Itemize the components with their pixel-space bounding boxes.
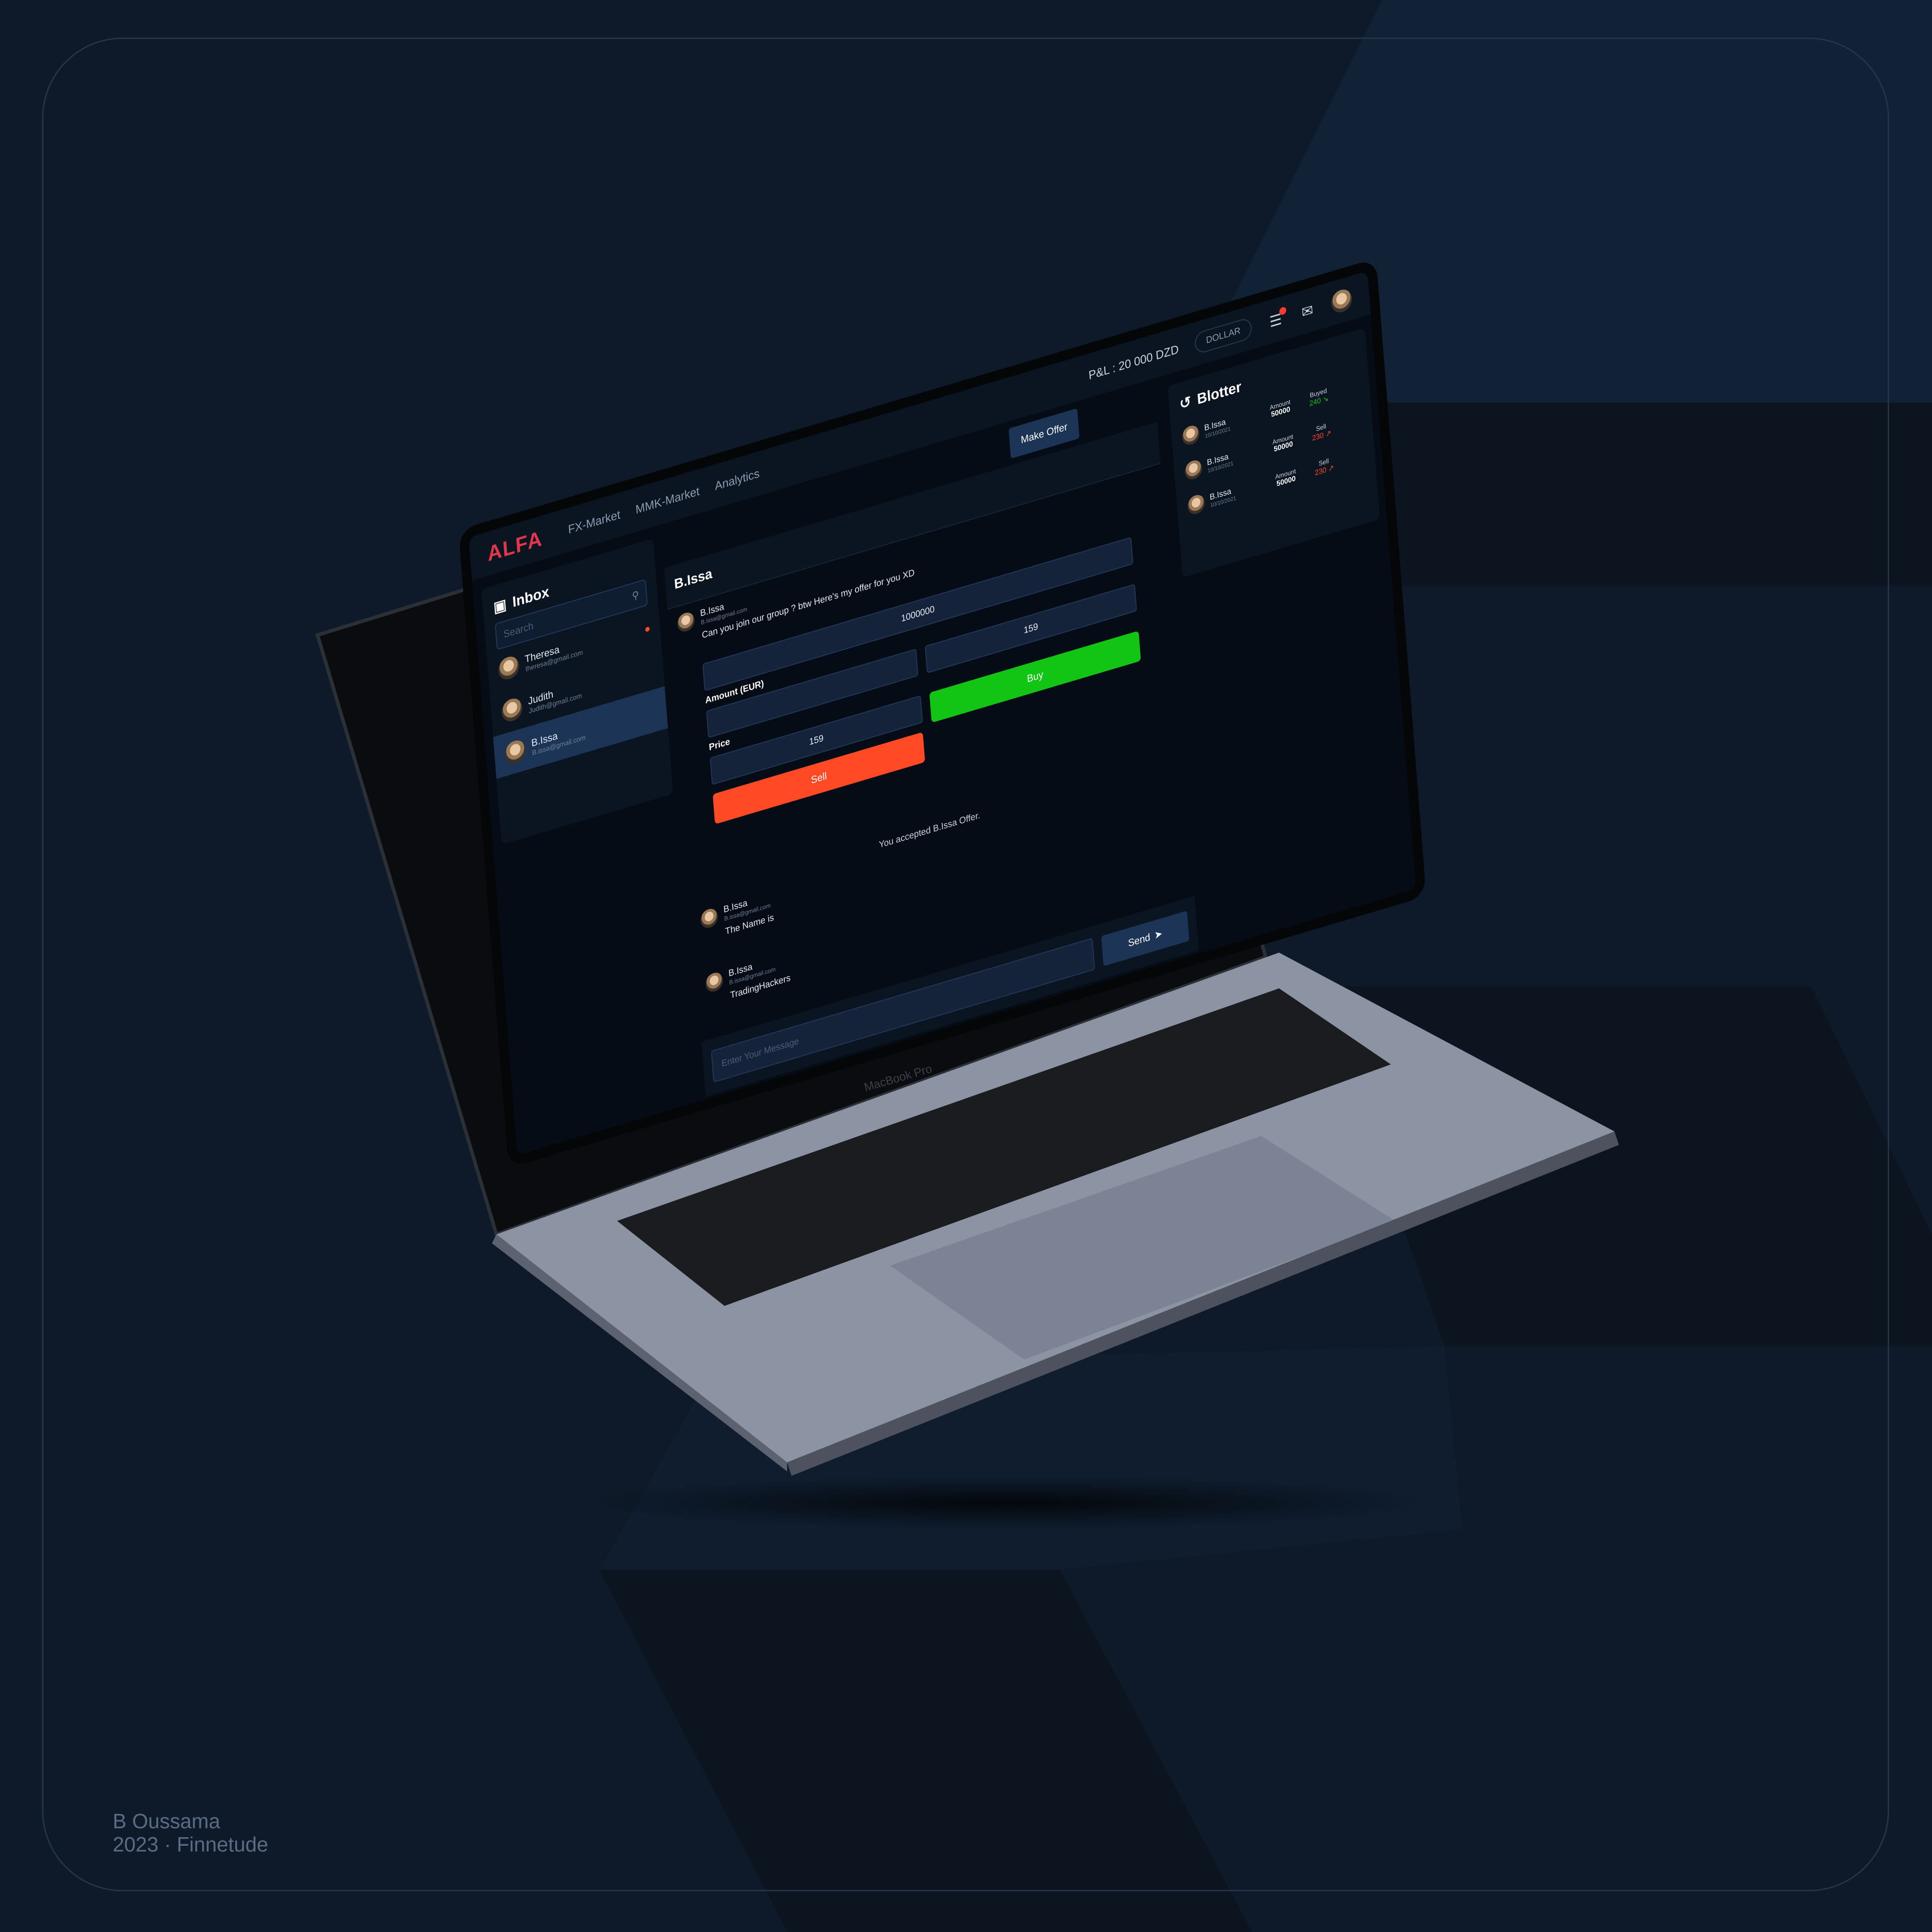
nav-analytics[interactable]: Analytics [714, 466, 760, 493]
pnl-display: P&L : 20 000 DZD [1088, 342, 1179, 382]
credits-author: B Oussama [113, 1809, 220, 1833]
currency-select[interactable]: DOLLAR [1194, 317, 1253, 355]
history-icon: ↺ [1179, 393, 1192, 413]
arrow-up-right-icon: ↗ [1328, 464, 1335, 474]
trader-avatar [1181, 424, 1200, 447]
trader-avatar [1184, 458, 1203, 482]
unread-dot [645, 626, 650, 632]
trade-value: 230 [1312, 431, 1324, 443]
send-label: Send [1127, 931, 1151, 949]
notification-badge [1279, 306, 1287, 316]
trader-avatar [1186, 493, 1206, 517]
nav-mmk-market[interactable]: MMK-Market [635, 484, 700, 517]
system-message: You accepted B.Issa Offer. [878, 810, 981, 851]
offer-card: 1000000 Amount (EUR) 159 Price 159 Buy S… [702, 537, 1144, 825]
nav-fx-market[interactable]: FX-Market [568, 508, 621, 537]
inbox-title: Inbox [512, 583, 550, 610]
search-icon[interactable]: ⚲ [631, 589, 640, 602]
app-logo[interactable]: ALFA [487, 525, 543, 566]
contact-avatar [497, 654, 520, 682]
blotter-title: Blotter [1196, 377, 1242, 407]
contact-avatar [501, 696, 523, 724]
messages-icon[interactable]: ✉ [1299, 301, 1316, 322]
sender-avatar [705, 970, 724, 994]
sender-avatar [676, 610, 695, 634]
inbox-panel: ▣ Inbox Search ⚲ Theresa theresa@gmail.c… [481, 538, 674, 845]
user-avatar[interactable] [1330, 287, 1353, 315]
blotter-panel: ↺ Blotter B.Issa 10/10/2021 Amount 50000 B… [1167, 327, 1380, 578]
chat-title: B.Issa [674, 566, 713, 593]
chat-message: B.Issa B.issa@gmail.com The Name is [700, 890, 774, 944]
inbox-icon: ▣ [492, 595, 507, 616]
arrow-down-right-icon: ↘ [1322, 394, 1329, 404]
sender-avatar [700, 907, 719, 930]
send-icon: ➤ [1154, 927, 1163, 941]
contact-avatar [504, 737, 527, 766]
notifications-icon[interactable]: ☰ [1267, 306, 1287, 331]
trade-value: 240 [1309, 397, 1322, 408]
trade-value: 230 [1314, 466, 1327, 478]
credits-line2: 2023 · Finnetude [113, 1833, 268, 1856]
send-button[interactable]: Send ➤ [1101, 911, 1190, 966]
arrow-up-right-icon: ↗ [1325, 429, 1332, 439]
search-placeholder: Search [503, 619, 534, 640]
credits: B Oussama 2023 · Finnetude [113, 1809, 268, 1856]
chat-message: B.Issa B.issa@gmail.com TradingHackers [705, 951, 791, 1008]
